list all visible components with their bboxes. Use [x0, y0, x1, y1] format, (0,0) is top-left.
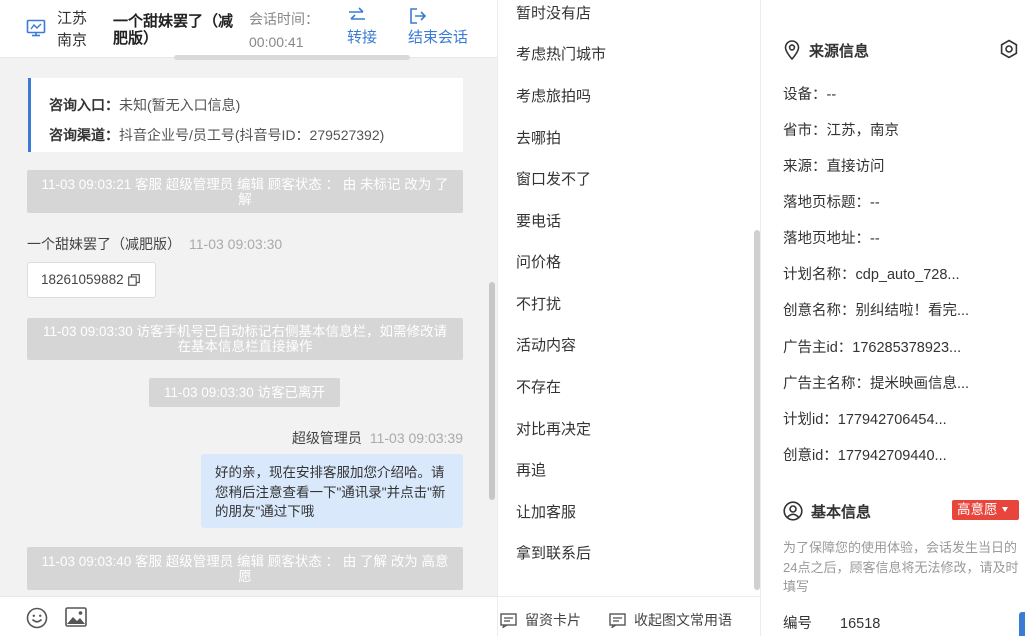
agent-message-time: 11-03 09:03:39 — [369, 430, 463, 446]
visitor-message-name: 一个甜妹罢了（减肥版） — [27, 236, 181, 252]
quick-reply-item[interactable]: 要电话 — [516, 210, 561, 231]
agent-message-meta: 超级管理员 11-03 09:03:39 — [292, 428, 463, 448]
source-info-title: 来源信息 — [809, 43, 870, 60]
user-circle-icon — [783, 501, 803, 521]
visitor-message-time: 11-03 09:03:30 — [189, 236, 283, 252]
quick-reply-item[interactable]: 让加客服 — [516, 501, 576, 522]
lead-card-label: 留资卡片 — [525, 612, 581, 628]
advertiser-name: 广告主名称：提米映画信息... — [783, 376, 970, 392]
source-device: 设备：-- — [783, 87, 837, 103]
quick-reply-panel: 暂时没有店 考虑热门城市 考虑旅拍吗 去哪拍 窗口发不了 要电话 问价格 不打扰… — [497, 0, 762, 636]
transfer-icon — [349, 7, 365, 20]
quick-reply-item[interactable]: 去哪拍 — [516, 127, 561, 148]
source-info-heading: 来源信息 — [783, 40, 869, 61]
consult-entry-value: 未知(暂无入口信息) — [119, 97, 241, 113]
quick-reply-scrollbar[interactable] — [754, 230, 760, 590]
end-session-button[interactable]: 结束会话 — [408, 6, 468, 50]
creative-name: 创意名称：别纠结啦！看完... — [783, 303, 970, 319]
customer-id-value: 16518 — [840, 616, 881, 632]
session-time: 会话时间： 00:00:41 — [249, 8, 329, 54]
caret-down-icon — [1001, 507, 1008, 512]
source-origin: 来源：直接访问 — [783, 159, 885, 175]
quick-reply-item[interactable]: 不存在 — [516, 376, 561, 397]
advertiser-id: 广告主id：176285378923... — [783, 340, 962, 356]
image-icon[interactable] — [65, 607, 87, 627]
consult-channel-value: 抖音企业号/员工号(抖音号ID：279527392) — [119, 127, 385, 143]
settings-icon[interactable] — [999, 39, 1019, 59]
monitor-icon — [26, 19, 46, 37]
location-pin-icon — [784, 40, 800, 61]
quick-reply-item[interactable]: 考虑热门城市 — [516, 43, 606, 64]
chat-toolbar — [0, 596, 497, 636]
landing-page-url: 落地页地址：-- — [783, 231, 880, 247]
quick-reply-item[interactable]: 再追 — [516, 459, 546, 480]
location-province: 江苏 — [57, 10, 88, 27]
quick-reply-item[interactable]: 拿到联系后 — [516, 542, 591, 563]
intent-level-dropdown[interactable]: 高意愿 — [952, 500, 1019, 520]
creative-id: 创意id：177942709440... — [783, 448, 947, 464]
visitor-message-meta: 一个甜妹罢了（减肥版） 11-03 09:03:30 — [27, 234, 282, 254]
message-icon — [609, 613, 626, 629]
visitor-name: 一个甜妹罢了（减肥版） — [113, 13, 234, 47]
transfer-button[interactable]: 转接 — [347, 6, 377, 50]
edit-deadline-notice: 为了保障您的使用体验，会话发生当日的24点之后，顾客信息将无法修改，请及时填写 — [783, 540, 1019, 594]
system-message: 11-03 09:03:40 客服 超级管理员 编辑 顾客状态 ： 由 了解 改… — [27, 547, 463, 590]
intent-level-value: 高意愿 — [957, 502, 998, 517]
system-message: 11-03 09:03:21 客服 超级管理员 编辑 顾客状态 ： 由 未标记 … — [27, 170, 463, 213]
quick-reply-toolbar: 留资卡片 收起图文常用语 — [498, 596, 762, 636]
system-message: 11-03 09:03:30 访客手机号已自动标记右侧基本信息栏，如需修改请在基… — [27, 318, 463, 360]
chat-header: 江苏 南京 一个甜妹罢了（减肥版） 会话时间： 00:00:41 转接 结束会话 — [0, 0, 497, 58]
landing-page-title: 落地页标题：-- — [783, 195, 880, 211]
visitor-phone-text: 18261059882 — [41, 272, 124, 287]
side-tab-edge[interactable] — [1019, 612, 1025, 636]
quick-reply-item[interactable]: 窗口发不了 — [516, 168, 591, 189]
basic-info-title: 基本信息 — [811, 504, 872, 521]
card-icon — [500, 613, 517, 629]
customer-id-label: 编号 — [783, 616, 812, 632]
customer-id-row: 编号 16518 — [783, 612, 880, 633]
consult-info-card: 咨询入口：未知(暂无入口信息) 咨询渠道：抖音企业号/员工号(抖音号ID：279… — [28, 78, 463, 152]
consult-channel-row: 咨询渠道：抖音企业号/员工号(抖音号ID：279527392) — [49, 120, 463, 150]
visitor-phone-bubble: 18261059882 — [27, 262, 156, 298]
copy-icon[interactable] — [128, 274, 140, 286]
quick-reply-item[interactable]: 问价格 — [516, 251, 561, 272]
customer-info-panel: 来源信息 设备：-- 省市：江苏，南京 来源：直接访问 落地页标题：-- 落地页… — [761, 0, 1025, 636]
collapse-phrases-button[interactable]: 收起图文常用语 — [609, 610, 732, 630]
plan-id: 计划id：177942706454... — [783, 412, 947, 428]
consult-entry-label: 咨询入口： — [49, 97, 119, 113]
agent-message-name: 超级管理员 — [291, 430, 362, 446]
system-message: 11-03 09:03:30 访客已离开 — [149, 378, 340, 407]
quick-reply-item[interactable]: 活动内容 — [516, 334, 576, 355]
transfer-label: 转接 — [347, 29, 378, 46]
agent-message-bubble: 好的亲，现在安排客服加您介绍哈。请您稍后注意查看一下"通讯录"并点击"新的朋友"… — [201, 454, 463, 528]
chat-scrollbar[interactable] — [489, 282, 495, 500]
end-session-label: 结束会话 — [408, 29, 469, 46]
session-time-value: 00:00:41 — [249, 34, 304, 50]
quick-reply-item[interactable]: 对比再决定 — [516, 418, 591, 439]
collapse-phrases-label: 收起图文常用语 — [634, 612, 732, 628]
source-region: 省市：江苏，南京 — [783, 123, 899, 139]
quick-reply-item[interactable]: 考虑旅拍吗 — [516, 85, 591, 106]
chat-panel: 江苏 南京 一个甜妹罢了（减肥版） 会话时间： 00:00:41 转接 结束会话… — [0, 0, 497, 636]
message-divider — [174, 55, 410, 60]
visitor-location: 江苏 南京 — [57, 8, 97, 52]
plan-name: 计划名称：cdp_auto_728... — [783, 267, 960, 283]
logout-icon — [410, 8, 427, 24]
location-city: 南京 — [57, 32, 88, 49]
consult-channel-label: 咨询渠道： — [49, 127, 119, 143]
lead-card-button[interactable]: 留资卡片 — [500, 610, 581, 630]
quick-reply-item[interactable]: 不打扰 — [516, 293, 561, 314]
consult-entry-row: 咨询入口：未知(暂无入口信息) — [49, 90, 463, 120]
session-time-label: 会话时间： — [249, 11, 319, 27]
emoji-icon[interactable] — [26, 607, 48, 629]
quick-reply-item[interactable]: 暂时没有店 — [516, 2, 591, 23]
basic-info-heading: 基本信息 — [783, 501, 871, 522]
